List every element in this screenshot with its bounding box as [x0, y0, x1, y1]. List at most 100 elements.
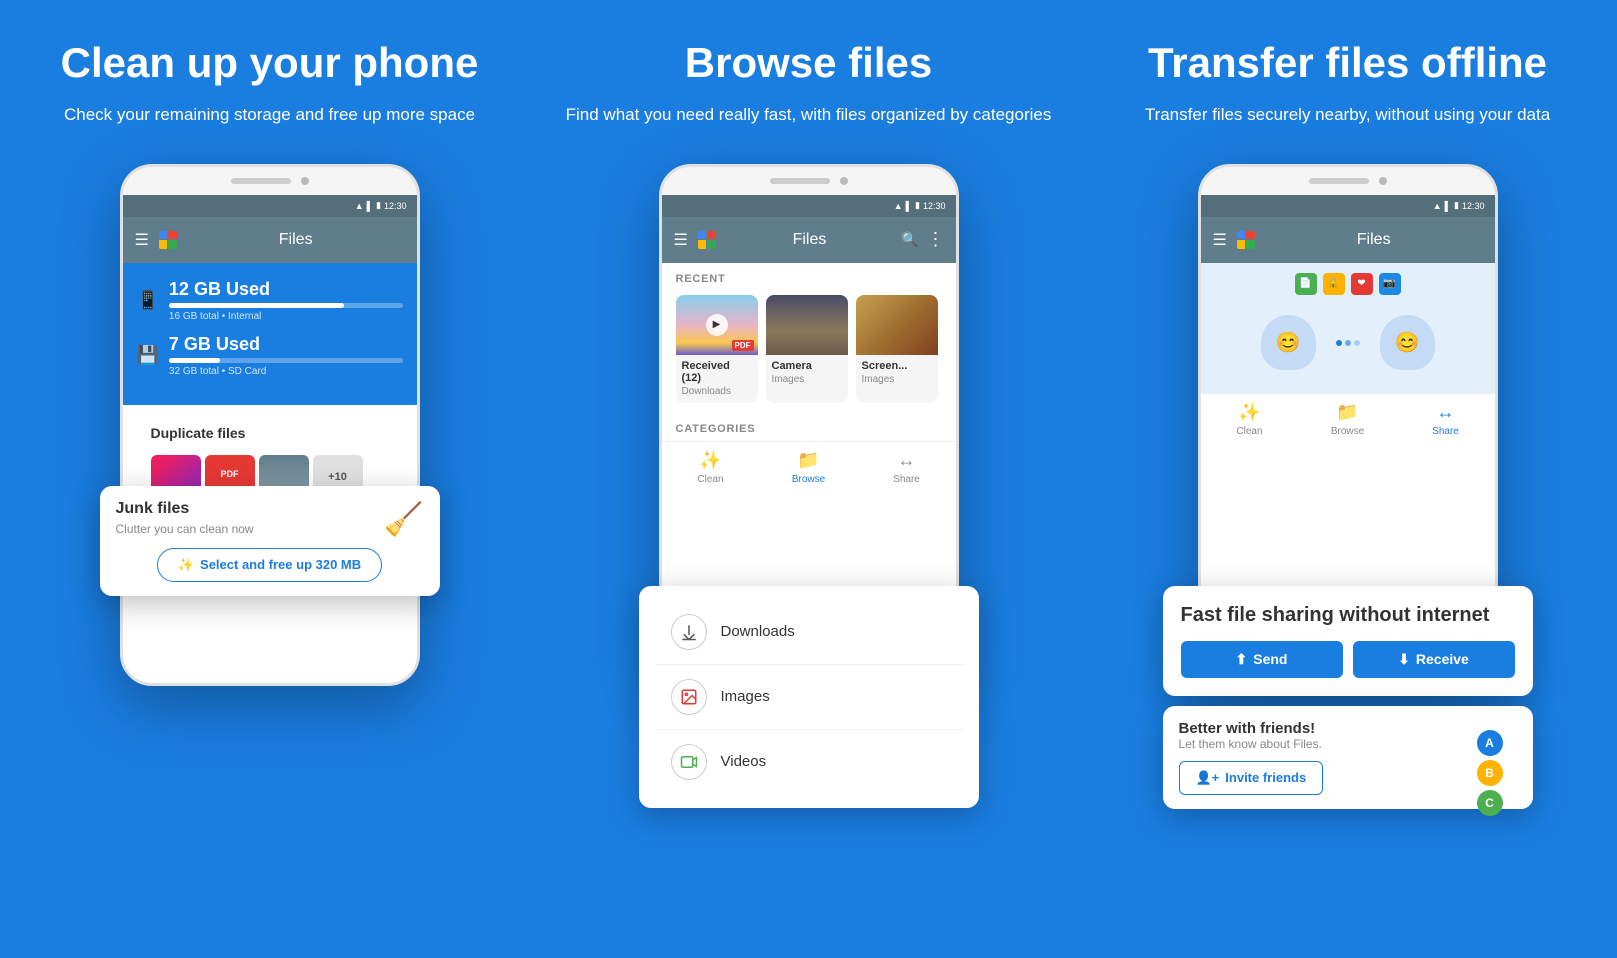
share-icon-t: ↔ — [1437, 402, 1455, 423]
invite-friends-button[interactable]: 👤+ Invite friends — [1179, 761, 1324, 795]
browse-icon-t: 📁 — [1336, 402, 1358, 423]
play-icon: ▶ — [706, 314, 728, 336]
phone-speaker-transfer — [1309, 178, 1369, 184]
logo-blue-b — [698, 231, 707, 240]
send-button[interactable]: ⬆ Send — [1181, 641, 1343, 678]
share-card-title: Fast file sharing without internet — [1181, 604, 1515, 627]
panel-browse: Browse files Find what you need really f… — [539, 0, 1078, 958]
phone-notch-transfer — [1201, 167, 1495, 195]
nav-browse-t[interactable]: 📁 Browse — [1299, 394, 1397, 443]
phone-speaker-browse — [770, 178, 830, 184]
clean-icon-t: ✨ — [1238, 402, 1260, 423]
sd-storage-icon: 💾 — [137, 345, 159, 366]
clean-icon-b: ✨ — [699, 450, 721, 471]
phone-notch-browse — [662, 167, 956, 195]
signal-icon-browse: ▌ — [906, 201, 912, 211]
recent-item-camera[interactable]: Camera Images — [766, 295, 848, 403]
junk-card: Junk files Clutter you can clean now 🧹 ✨… — [100, 486, 440, 596]
storage-bar-bg-int — [169, 303, 403, 308]
logo-green-t — [1246, 240, 1255, 249]
logo-yellow-t — [1237, 240, 1246, 249]
cat-images[interactable]: Images — [655, 665, 963, 730]
storage-section: 📱 12 GB Used 16 GB total • Internal 💾 — [123, 263, 417, 405]
nav-clean-b[interactable]: ✨ Clean — [662, 442, 760, 491]
phone-clean: ▲ ▌ ▮ 12:30 ☰ Files — [110, 164, 430, 938]
ghost-left: 😊 — [1261, 315, 1316, 370]
wifi-icon: ▲ — [355, 201, 364, 211]
cat-downloads[interactable]: Downloads — [655, 600, 963, 665]
search-icon[interactable]: 🔍 — [901, 231, 918, 248]
signal-icon-transfer: ▌ — [1445, 201, 1451, 211]
ghost-right: 😊 — [1380, 315, 1435, 370]
status-time-transfer: 12:30 — [1462, 201, 1485, 211]
status-bar-clean: ▲ ▌ ▮ 12:30 — [123, 195, 417, 217]
recent-item-screen[interactable]: Screen... Images — [856, 295, 938, 403]
nav-share-b[interactable]: ↔ Share — [858, 442, 956, 491]
file-icon-green: 📄 — [1295, 273, 1317, 295]
dup-title: Duplicate files — [137, 415, 403, 451]
clean-label-t: Clean — [1236, 426, 1262, 437]
panel-transfer-subtitle: Transfer files securely nearby, without … — [1145, 102, 1550, 128]
recent-thumb-screen — [856, 295, 938, 355]
cat-downloads-name: Downloads — [721, 623, 795, 640]
cat-download-icon — [671, 614, 707, 650]
recent-name-screen: Screen... — [856, 355, 938, 374]
phone-notch — [123, 167, 417, 195]
file-icon-blue: 📷 — [1379, 273, 1401, 295]
phone-speaker — [231, 178, 291, 184]
status-icons-browse: ▲ ▌ ▮ 12:30 — [894, 200, 946, 211]
recent-grid: ▶ PDF Received (12) Downloads Camera Ima… — [662, 291, 956, 413]
app-title-clean: Files — [187, 231, 405, 249]
nav-clean-t[interactable]: ✨ Clean — [1201, 394, 1299, 443]
status-bar-browse: ▲ ▌ ▮ 12:30 — [662, 195, 956, 217]
recent-thumb-camera — [766, 295, 848, 355]
more-icon[interactable]: ⋮ — [927, 229, 944, 250]
browse-label-t: Browse — [1331, 426, 1364, 437]
wifi-icon-browse: ▲ — [894, 201, 903, 211]
storage-sd-gb: 7 GB Used — [169, 334, 403, 355]
phone-device-clean: ▲ ▌ ▮ 12:30 ☰ Files — [120, 164, 420, 686]
categories-label: CATEGORIES — [662, 413, 956, 441]
logo-yellow — [159, 240, 168, 249]
storage-internal-sub: 16 GB total • Internal — [169, 311, 403, 322]
app-title-transfer: Files — [1265, 231, 1483, 249]
status-icons: ▲ ▌ ▮ 12:30 — [355, 200, 407, 211]
hamburger-icon[interactable]: ☰ — [135, 230, 149, 250]
bottom-nav-browse: ✨ Clean 📁 Browse ↔ Share — [662, 441, 956, 491]
logo-yellow-b — [698, 240, 707, 249]
hamburger-icon-transfer[interactable]: ☰ — [1213, 230, 1227, 250]
bottom-nav-transfer: ✨ Clean 📁 Browse ↔ Share — [1201, 393, 1495, 443]
recent-label: RECENT — [662, 263, 956, 291]
cat-videos[interactable]: Videos — [655, 730, 963, 794]
cat-images-name: Images — [721, 688, 770, 705]
recent-name-camera: Camera — [766, 355, 848, 374]
file-icon-yellow: 🔒 — [1323, 273, 1345, 295]
free-up-button[interactable]: ✨ Select and free up 320 MB — [157, 548, 382, 582]
wifi-icon-transfer: ▲ — [1433, 201, 1442, 211]
panel-browse-subtitle: Find what you need really fast, with fil… — [566, 102, 1052, 128]
categories-card: Downloads Images — [639, 586, 979, 808]
share-icon-b: ↔ — [898, 450, 916, 471]
logo-red — [168, 231, 177, 240]
files-logo-transfer — [1235, 229, 1257, 251]
storage-internal-gb: 12 GB Used — [169, 279, 403, 300]
recent-cat-downloads: Downloads — [676, 386, 758, 403]
junk-illustration: 🧹 — [384, 500, 424, 538]
hamburger-icon-browse[interactable]: ☰ — [674, 230, 688, 250]
app-bar-browse: ☰ Files 🔍 ⋮ — [662, 217, 956, 263]
phone-camera-transfer — [1379, 177, 1387, 185]
panel-transfer-title: Transfer files offline — [1148, 40, 1547, 86]
nav-share-t[interactable]: ↔ Share — [1397, 394, 1495, 443]
junk-title: Junk files — [116, 500, 254, 518]
app-bar-clean: ☰ Files — [123, 217, 417, 263]
files-logo-browse — [696, 229, 718, 251]
friends-card: Better with friends! Let them know about… — [1163, 706, 1533, 809]
nav-browse-b[interactable]: 📁 Browse — [760, 442, 858, 491]
recent-item-downloads[interactable]: ▶ PDF Received (12) Downloads — [676, 295, 758, 403]
friends-subtitle: Let them know about Files. — [1179, 737, 1517, 751]
receive-icon: ⬇ — [1398, 651, 1410, 668]
pdf-badge: PDF — [732, 340, 754, 351]
browse-icon-b: 📁 — [797, 450, 819, 471]
junk-card-content: Junk files Clutter you can clean now — [116, 500, 254, 548]
receive-button[interactable]: ⬇ Receive — [1353, 641, 1515, 678]
